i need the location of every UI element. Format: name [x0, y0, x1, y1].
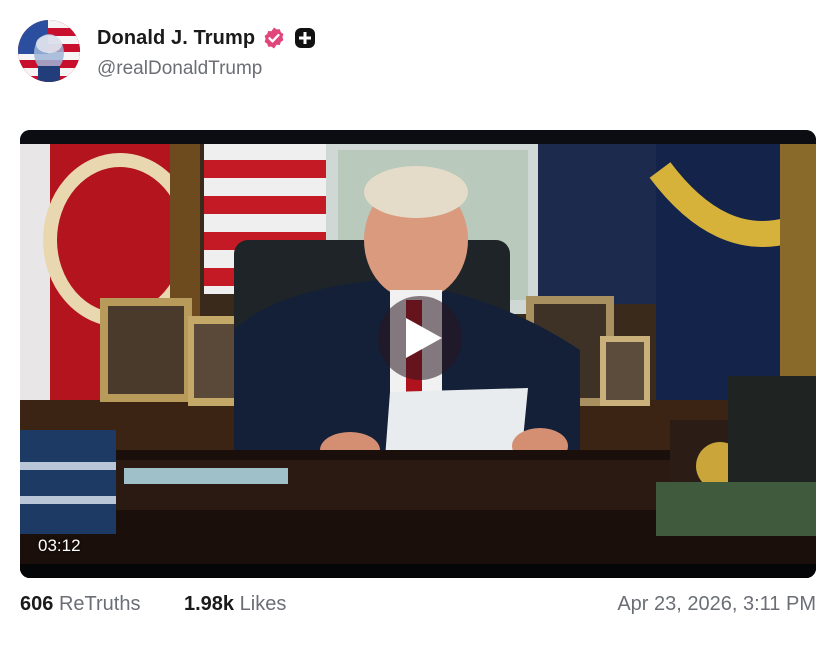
retruths-stat[interactable]: 606 ReTruths — [20, 593, 140, 616]
retruths-label: ReTruths — [58, 593, 141, 615]
likes-count: 1.98k — [184, 593, 235, 615]
post-header: Donald J. Trump @realDonaldTrump — [18, 18, 818, 84]
post-stats: 606 ReTruths 1.98k Likes Apr 23, 2026, 3… — [20, 593, 816, 621]
video-duration: 03:12 — [38, 536, 81, 555]
display-name-row: Donald J. Trump — [97, 26, 316, 50]
author-handle[interactable]: @realDonaldTrump — [97, 58, 262, 80]
plus-badge-icon — [294, 27, 316, 49]
likes-stat[interactable]: 1.98k Likes — [184, 593, 286, 616]
avatar-image — [18, 20, 80, 82]
avatar[interactable] — [18, 20, 80, 82]
likes-label: Likes — [239, 593, 287, 615]
retruths-count: 606 — [20, 593, 54, 615]
display-name[interactable]: Donald J. Trump — [97, 27, 255, 50]
play-icon — [406, 318, 442, 358]
post-timestamp[interactable]: Apr 23, 2026, 3:11 PM — [617, 593, 816, 616]
verified-badge-icon — [262, 26, 286, 50]
video-player[interactable]: 03:12 — [20, 130, 816, 578]
play-button[interactable] — [378, 296, 462, 380]
